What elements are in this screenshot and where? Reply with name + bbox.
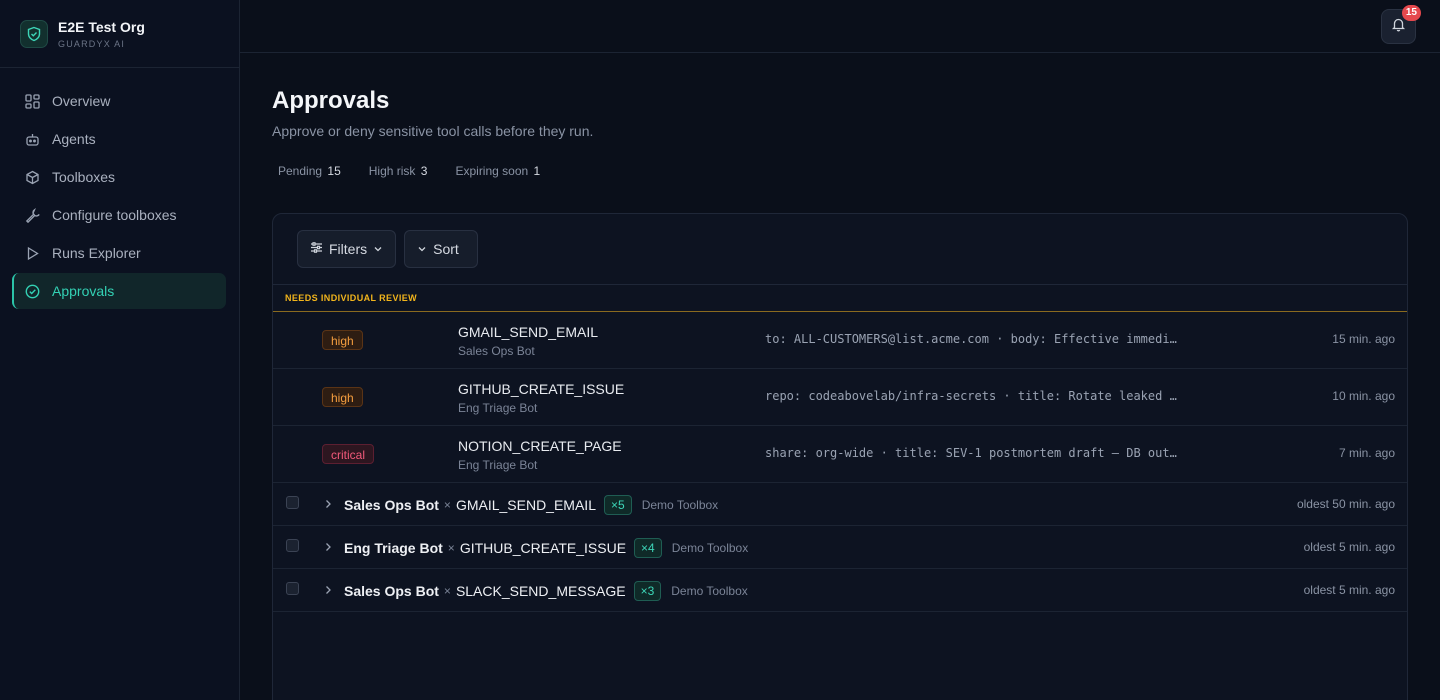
group-checkbox[interactable] [286,496,299,509]
approvals-panel: Filters Sort NEEDS INDIVIDUAL REVIEW hig… [272,213,1408,700]
group-oldest: oldest 50 min. ago [1296,497,1395,511]
filters-button[interactable]: Filters [297,230,397,268]
stat-value: 15 [327,164,341,178]
chevron-down-icon [417,241,427,257]
group-agent: Eng Triage Bot [344,540,443,556]
group-toolbox: Demo Toolbox [641,498,719,512]
sort-label: Sort [433,241,459,257]
sidebar-item-agents[interactable]: Agents [12,121,226,157]
sidebar-item-overview[interactable]: Overview [12,83,226,119]
notifications-button[interactable]: 15 [1381,5,1421,44]
group-tool: GITHUB_CREATE_ISSUE [459,540,627,556]
stat-high-risk: High risk 3 [369,164,428,178]
panel-toolbar: Filters Sort [273,214,1407,285]
group-row[interactable]: Sales Ops Bot × GMAIL_SEND_EMAIL ×5 Demo… [273,483,1407,526]
sidebar-item-toolboxes[interactable]: Toolboxes [12,159,226,195]
time-ago: 15 min. ago [1332,332,1395,346]
approval-row[interactable]: high GITHUB_CREATE_ISSUE Eng Triage Bot … [273,369,1407,426]
grid-icon [24,93,40,109]
page-title: Approvals [272,87,390,114]
sidebar-item-label: Toolboxes [52,169,116,185]
severity-badge: critical [322,444,375,464]
section-header: NEEDS INDIVIDUAL REVIEW [273,285,1407,312]
severity-badge: high [322,330,363,350]
group-checkbox[interactable] [286,582,299,595]
group-agent: Sales Ops Bot [344,583,439,599]
org-switcher[interactable]: E2E Test Org GUARDYX AI [0,0,239,68]
page-subtitle: Approve or deny sensitive tool calls bef… [272,123,594,139]
robot-icon [24,131,40,147]
sidebar-item-approvals[interactable]: Approvals [12,273,226,309]
group-oldest: oldest 5 min. ago [1303,540,1395,554]
group-toolbox: Demo Toolbox [671,541,749,555]
chevron-right-icon[interactable] [323,497,333,515]
group-count-badge: ×5 [604,495,632,515]
group-separator: × [447,541,455,555]
group-count-badge: ×4 [634,538,662,558]
stat-pending: Pending 15 [278,164,341,178]
group-tool: SLACK_SEND_MESSAGE [455,583,626,599]
agent-name: Eng Triage Bot [458,401,538,415]
stat-value: 1 [533,164,541,178]
severity-badge: high [322,387,363,407]
chevron-down-icon [373,241,383,257]
sidebar-item-configure-toolboxes[interactable]: Configure toolboxes [12,197,226,233]
time-ago: 7 min. ago [1338,446,1395,460]
chevron-right-icon[interactable] [323,583,333,601]
tool-name: GITHUB_CREATE_ISSUE [458,381,625,397]
stat-label: Expiring soon [455,164,529,178]
org-subtitle: GUARDYX AI [58,38,126,49]
time-ago: 10 min. ago [1332,389,1395,403]
sidebar-item-label: Configure toolboxes [52,207,177,223]
notification-count-badge: 15 [1401,5,1421,21]
bell-icon [1391,17,1406,37]
play-icon [24,245,40,261]
group-toolbox: Demo Toolbox [671,584,748,598]
group-separator: × [443,584,451,598]
stat-value: 3 [420,164,428,178]
sidebar: E2E Test Org GUARDYX AI Overview Agents … [0,0,240,700]
group-oldest: oldest 5 min. ago [1303,583,1395,597]
approval-row[interactable]: high GMAIL_SEND_EMAIL Sales Ops Bot to: … [273,312,1407,369]
sliders-icon [310,241,323,257]
stat-expiring-soon: Expiring soon 1 [455,164,540,178]
tool-args: repo: codeabovelab/infra-secrets · title… [765,389,1177,403]
main-content: Approvals Approve or deny sensitive tool… [272,53,1408,700]
group-separator: × [443,498,451,512]
group-row[interactable]: Eng Triage Bot × GITHUB_CREATE_ISSUE ×4 … [273,526,1407,569]
top-bar: 15 [240,0,1440,53]
wrench-icon [24,207,40,223]
sort-button[interactable]: Sort [404,230,478,268]
stat-label: Pending [278,164,323,178]
group-agent: Sales Ops Bot [344,497,439,513]
sidebar-item-label: Approvals [52,283,115,299]
stat-label: High risk [368,164,416,178]
group-row[interactable]: Sales Ops Bot × SLACK_SEND_MESSAGE ×3 De… [273,569,1407,612]
sidebar-item-label: Runs Explorer [52,245,141,261]
sidebar-item-runs-explorer[interactable]: Runs Explorer [12,235,226,271]
sidebar-nav: Overview Agents Toolboxes Configure tool… [0,68,239,309]
check-circle-icon [24,283,40,299]
tool-name: GMAIL_SEND_EMAIL [458,324,599,340]
sidebar-item-label: Agents [52,131,96,147]
tool-args: to: ALL-CUSTOMERS@list.acme.com · body: … [765,332,1177,346]
group-checkbox[interactable] [286,539,299,552]
tool-args: share: org-wide · title: SEV-1 postmorte… [765,446,1177,460]
agent-name: Sales Ops Bot [458,344,535,358]
org-name: E2E Test Org [58,18,145,35]
tool-name: NOTION_CREATE_PAGE [458,438,622,454]
group-count-badge: ×3 [633,581,662,601]
box-icon [24,169,40,185]
stats-bar: Pending 15 High risk 3 Expiring soon 1 [272,164,1408,178]
sidebar-item-label: Overview [52,93,111,109]
agent-name: Eng Triage Bot [458,458,538,472]
chevron-right-icon[interactable] [323,540,333,558]
shield-check-icon [20,19,48,48]
approval-row[interactable]: critical NOTION_CREATE_PAGE Eng Triage B… [273,426,1407,483]
filters-label: Filters [329,241,368,257]
group-tool: GMAIL_SEND_EMAIL [455,497,596,513]
